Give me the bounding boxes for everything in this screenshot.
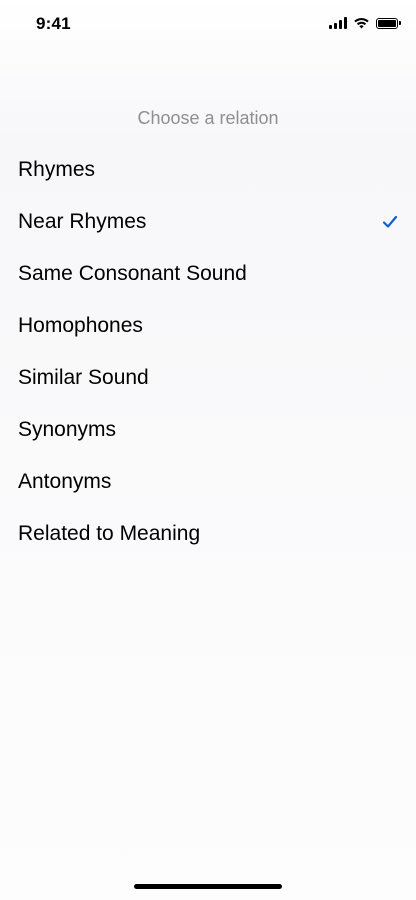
- option-same-consonant-sound[interactable]: Same Consonant Sound: [0, 248, 416, 300]
- sheet-title: Choose a relation: [137, 108, 279, 128]
- option-synonyms[interactable]: Synonyms: [0, 404, 416, 456]
- option-label: Antonyms: [18, 470, 112, 493]
- signal-icon: [329, 17, 347, 29]
- option-label: Same Consonant Sound: [18, 262, 247, 285]
- status-time: 9:41: [36, 14, 71, 33]
- option-label: Homophones: [18, 314, 143, 337]
- checkmark-icon: [382, 215, 398, 228]
- option-label: Rhymes: [18, 158, 96, 181]
- option-rhymes[interactable]: Rhymes: [0, 144, 416, 196]
- option-label: Synonyms: [18, 418, 117, 441]
- status-bar: 9:41: [0, 0, 416, 50]
- relation-picker-sheet: 9:41 Choose a relation Rhymes Near Rhyme…: [0, 0, 416, 900]
- option-label: Similar Sound: [18, 366, 149, 389]
- option-label: Near Rhymes: [18, 210, 147, 233]
- wifi-icon: [354, 18, 369, 29]
- battery-icon: [376, 17, 401, 29]
- option-related-to-meaning[interactable]: Related to Meaning: [0, 508, 416, 560]
- option-antonyms[interactable]: Antonyms: [0, 456, 416, 508]
- option-near-rhymes[interactable]: Near Rhymes: [0, 196, 416, 248]
- option-homophones[interactable]: Homophones: [0, 300, 416, 352]
- home-indicator[interactable]: [134, 884, 282, 889]
- option-label: Related to Meaning: [18, 522, 201, 545]
- status-icons: [329, 17, 401, 29]
- option-similar-sound[interactable]: Similar Sound: [0, 352, 416, 404]
- relation-option-list: Rhymes Near Rhymes Same Consonant Sound …: [0, 144, 416, 560]
